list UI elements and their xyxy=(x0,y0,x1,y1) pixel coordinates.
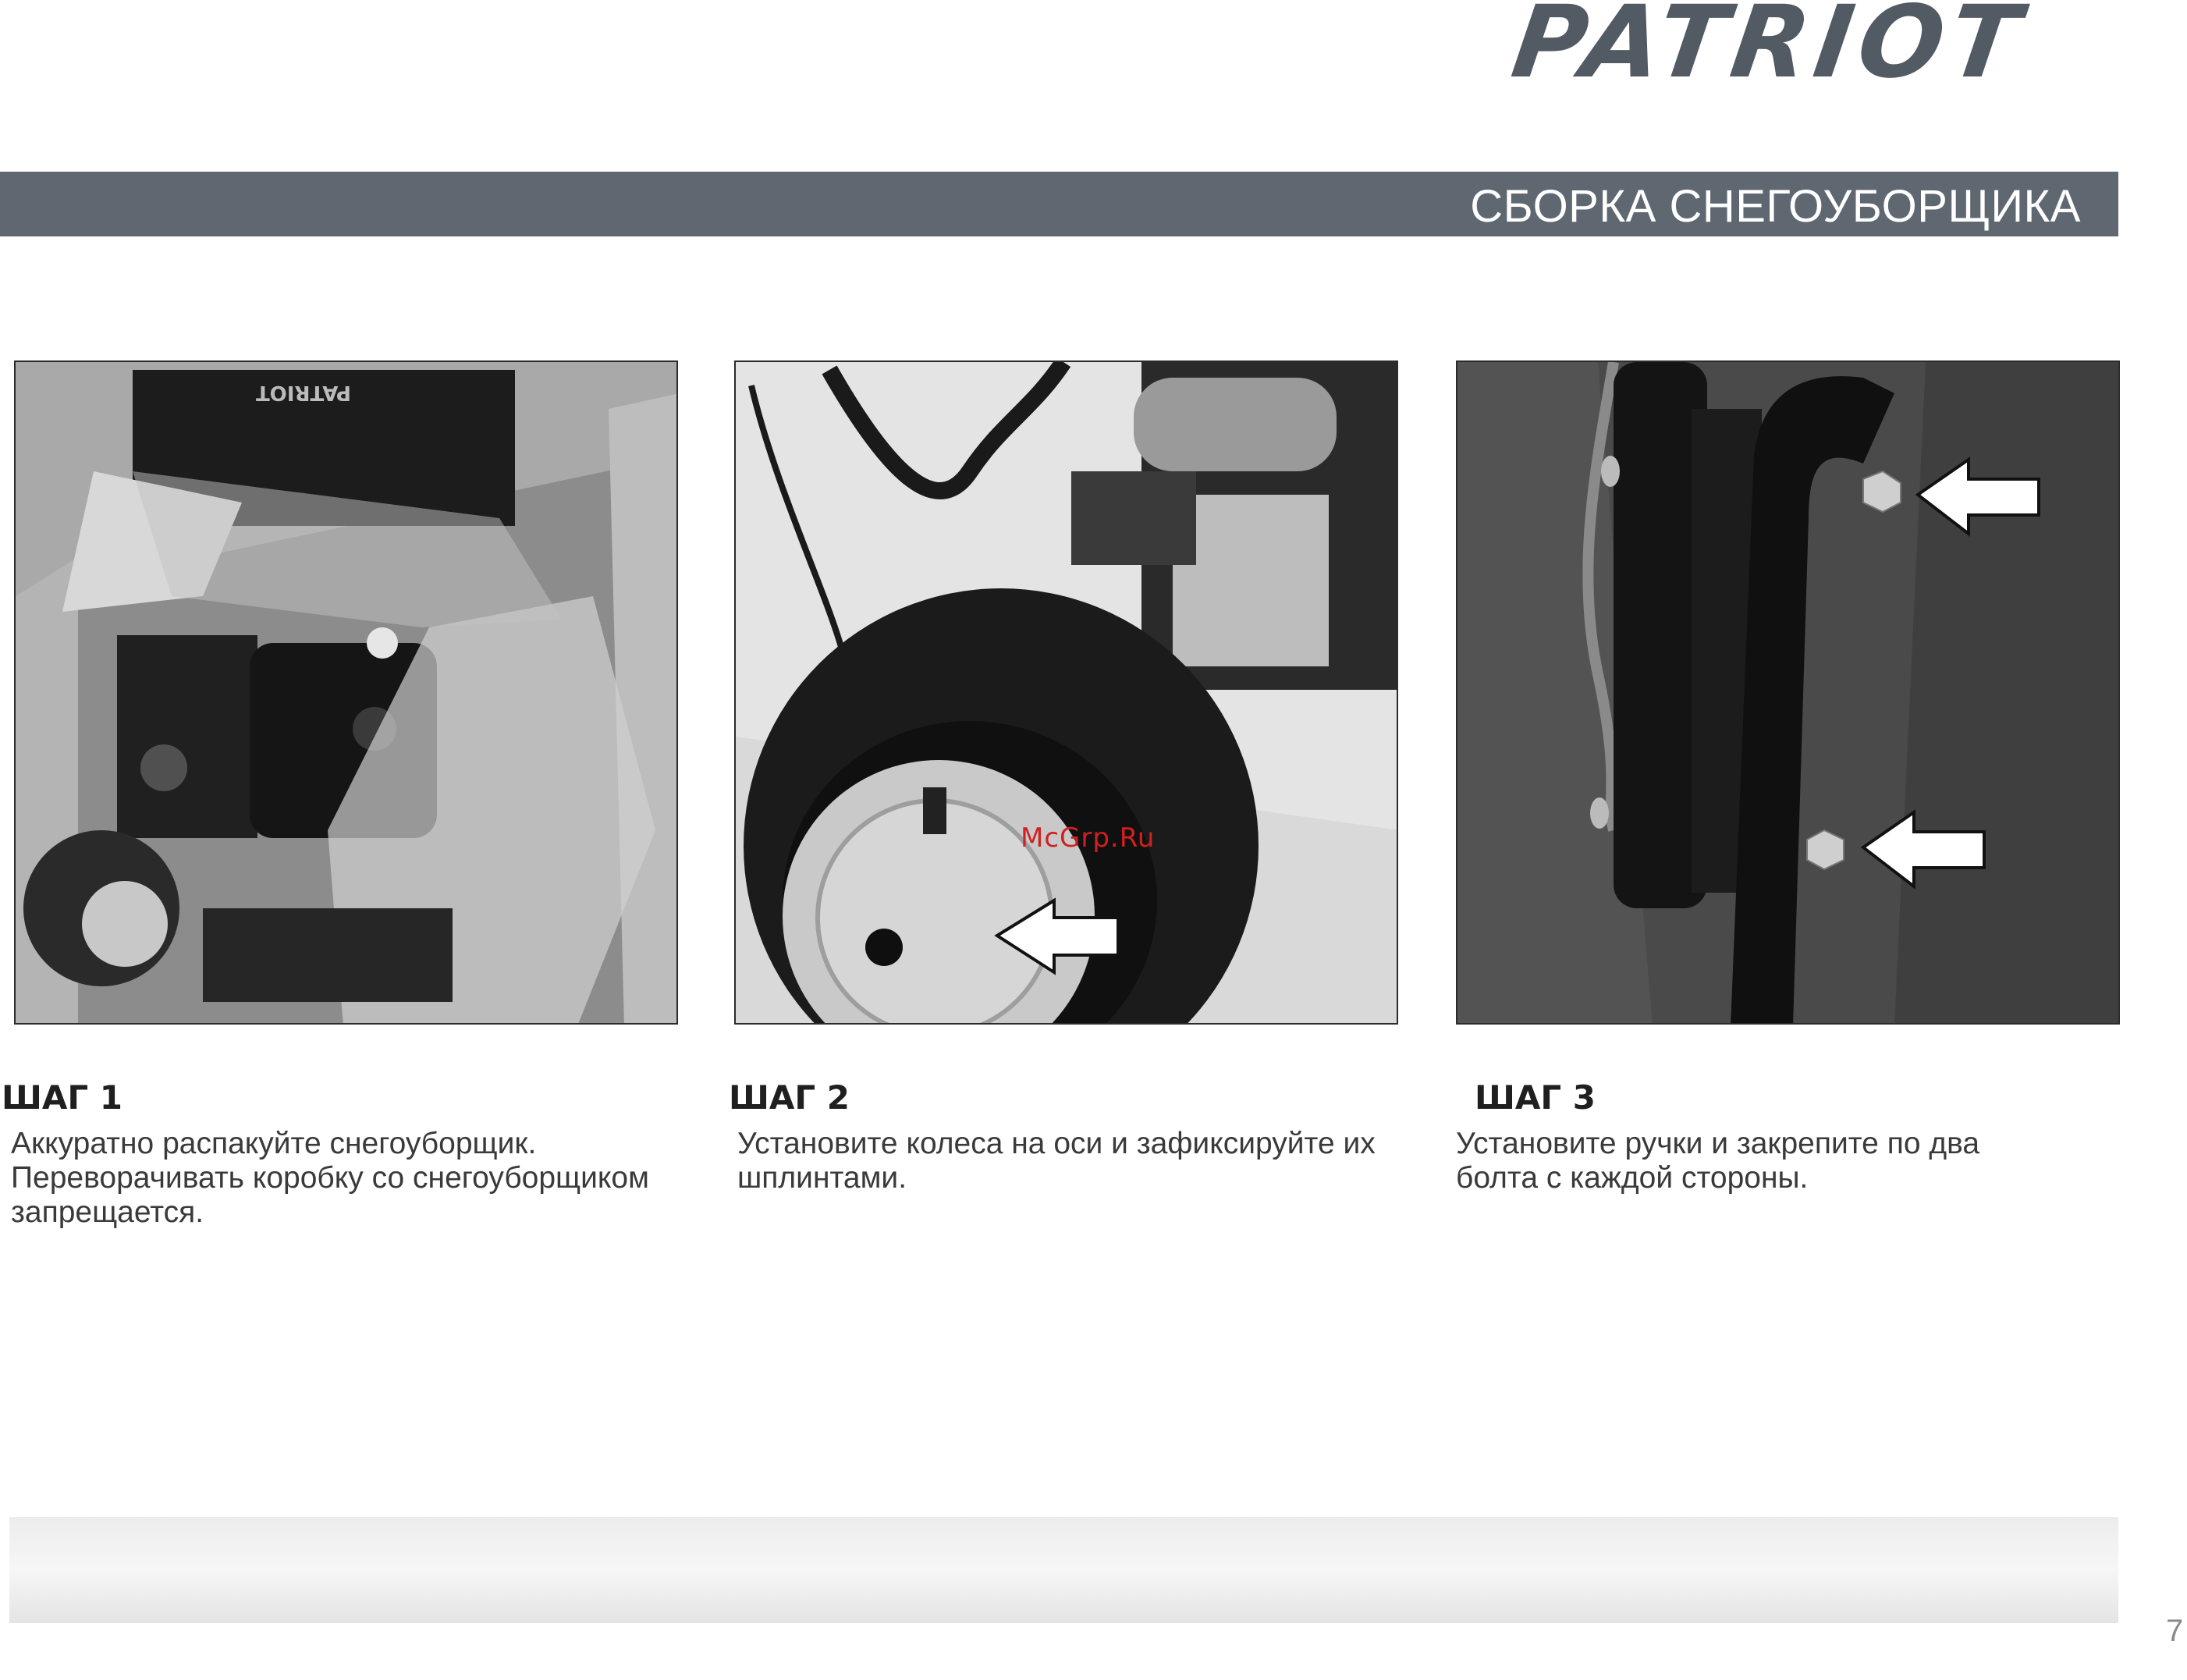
step-1-text: Аккуратно распакуйте снегоуборщик. Перев… xyxy=(11,1127,649,1229)
step-2-photo: McGrp.Ru xyxy=(734,361,1398,1025)
step-2-text: Установите колеса на оси и зафиксируйте … xyxy=(737,1127,1376,1195)
step-3-title: ШАГ 3 xyxy=(1475,1078,1596,1117)
step-1-photo: PATRIOT xyxy=(14,361,678,1025)
step-1-title: ШАГ 1 xyxy=(2,1078,122,1117)
brand-logo: PATRIOT xyxy=(1505,0,2033,101)
section-header-bar: СБОРКА СНЕГОУБОРЩИКА xyxy=(0,172,2118,236)
step-2-title: ШАГ 2 xyxy=(729,1078,850,1117)
step-3-text: Установите ручки и закрепите по два болт… xyxy=(1456,1127,1980,1195)
watermark: McGrp.Ru xyxy=(1021,822,1156,854)
footer-band xyxy=(9,1517,2118,1623)
section-title: СБОРКА СНЕГОУБОРЩИКА xyxy=(1470,181,2081,232)
step-3-photo xyxy=(1456,361,2120,1025)
page-number: 7 xyxy=(2166,1614,2184,1648)
box-label: PATRIOT xyxy=(256,381,351,404)
